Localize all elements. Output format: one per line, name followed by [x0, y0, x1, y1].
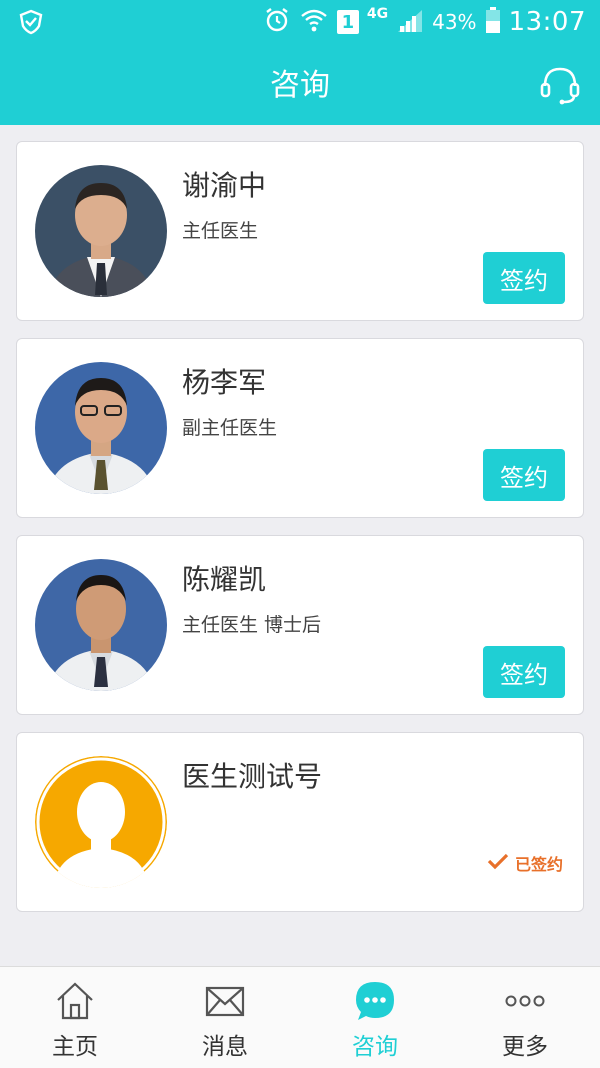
- signed-label: 已签约: [514, 855, 563, 874]
- signal-icon: [396, 8, 424, 36]
- battery-icon: [485, 7, 501, 37]
- doctor-list: 谢渝中 主任医生 签约 杨李军 副主任医生 签约 陈耀凯 主任医生 博士后 签约…: [16, 141, 584, 929]
- checkmark-icon: [487, 852, 509, 874]
- doctor-name: 医生测试号: [182, 760, 323, 793]
- mail-icon: [203, 979, 247, 1023]
- doctor-title: 主任医生 博士后: [182, 614, 322, 636]
- customer-service-button[interactable]: [538, 62, 582, 106]
- doctor-title: 副主任医生: [182, 417, 278, 439]
- bottom-tab-bar: 主页 消息 咨询 更多: [0, 966, 600, 1068]
- doctor-avatar: [35, 362, 167, 494]
- signed-status: 已签约: [487, 851, 563, 875]
- doctor-avatar: [35, 559, 167, 691]
- tab-label: 更多: [502, 1034, 548, 1060]
- sign-button[interactable]: 签约: [483, 449, 565, 501]
- doctor-card[interactable]: 陈耀凯 主任医生 博士后 签约: [16, 535, 584, 715]
- home-icon: [53, 979, 97, 1023]
- doctor-card[interactable]: 谢渝中 主任医生 签约: [16, 141, 584, 321]
- tab-label: 主页: [52, 1034, 98, 1060]
- doctor-card[interactable]: 医生测试号 已签约: [16, 732, 584, 912]
- wifi-icon: [299, 6, 329, 38]
- tab-more[interactable]: 更多: [450, 967, 600, 1068]
- tab-messages[interactable]: 消息: [150, 967, 300, 1068]
- network-type: 4G: [366, 6, 389, 22]
- tab-consult[interactable]: 咨询: [300, 967, 450, 1068]
- tab-home[interactable]: 主页: [0, 967, 150, 1068]
- default-avatar: [35, 756, 167, 888]
- headset-icon: [538, 67, 582, 110]
- clock-time: 13:07: [508, 7, 586, 37]
- doctor-name: 陈耀凯: [182, 563, 267, 596]
- battery-percent: 43%: [432, 10, 477, 34]
- doctor-title: 主任医生: [182, 220, 259, 242]
- header-bar: 1 4G 43% 13:07 咨询: [0, 0, 600, 125]
- sim-card-icon: 1: [336, 10, 359, 34]
- more-icon: [503, 979, 547, 1023]
- doctor-name: 谢渝中: [182, 169, 267, 202]
- doctor-avatar: [35, 165, 167, 297]
- chat-bubble-icon: [353, 979, 397, 1023]
- doctor-name: 杨李军: [182, 366, 267, 399]
- sign-button[interactable]: 签约: [483, 646, 565, 698]
- status-bar: 1 4G 43% 13:07: [0, 0, 600, 44]
- page-title: 咨询: [270, 68, 330, 103]
- doctor-card[interactable]: 杨李军 副主任医生 签约: [16, 338, 584, 518]
- alarm-icon: [263, 6, 291, 38]
- shield-icon: [18, 9, 44, 39]
- tab-label: 消息: [202, 1034, 248, 1060]
- tab-label: 咨询: [352, 1034, 398, 1060]
- sign-button[interactable]: 签约: [483, 252, 565, 304]
